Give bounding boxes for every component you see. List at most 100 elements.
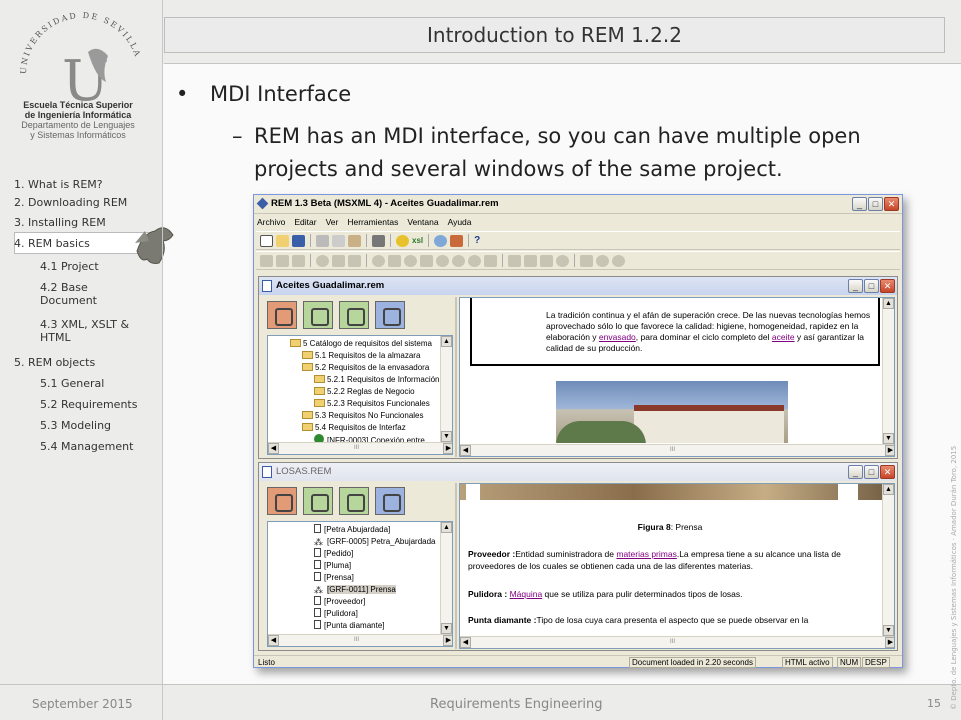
tree-item[interactable]: [Prensa] <box>314 572 354 583</box>
link-aceite[interactable]: aceite <box>772 332 795 342</box>
minimize-button[interactable]: _ <box>852 197 867 211</box>
nav-item-management[interactable]: 5.4 Management <box>40 440 160 453</box>
minimize-button[interactable]: _ <box>848 279 863 293</box>
scroll-right-arrow[interactable]: ▶ <box>885 637 894 648</box>
nav-item-requirements[interactable]: 5.2 Requirements <box>40 398 160 411</box>
print-icon[interactable] <box>372 234 385 247</box>
link-materias-primas[interactable]: materias primas <box>616 549 676 559</box>
toolbar-item-icon[interactable] <box>404 254 417 267</box>
scroll-down-arrow[interactable]: ▼ <box>883 433 894 444</box>
html-view-icon[interactable] <box>396 234 409 247</box>
scroll-left-arrow[interactable]: ◀ <box>460 637 471 648</box>
nav-item-xml-xslt-html[interactable]: 4.3 XML, XSLT & HTML <box>40 318 158 344</box>
maximize-button[interactable]: □ <box>864 279 879 293</box>
tree-hscroll[interactable]: ◀ III ▶ <box>268 442 452 454</box>
toolbar-item-icon[interactable] <box>420 254 433 267</box>
tab-documents-icon[interactable] <box>339 487 369 515</box>
scroll-up-arrow[interactable]: ▲ <box>441 336 452 347</box>
close-button[interactable]: ✕ <box>880 465 895 479</box>
tree-item[interactable]: 5.1 Requisitos de la almazara <box>302 350 420 361</box>
scroll-down-arrow[interactable]: ▼ <box>883 625 894 636</box>
tree-item[interactable]: [Pulidora] <box>314 608 358 619</box>
tab-stakeholders-icon[interactable] <box>267 301 297 329</box>
tree-item[interactable]: 5.2 Requisitos de la envasadora <box>302 362 429 373</box>
scroll-up-arrow[interactable]: ▲ <box>441 522 452 533</box>
menu-ver[interactable]: Ver <box>326 215 339 229</box>
toolbar-item-icon[interactable] <box>292 254 305 267</box>
nav-item-rem-objects[interactable]: 5. REM objects <box>14 356 164 369</box>
tree-vscroll[interactable]: ▲ ▼ <box>440 522 452 634</box>
tree-item[interactable]: 5.2.2 Reglas de Negocio <box>314 386 415 397</box>
tree-item[interactable]: [Pedido] <box>314 548 353 559</box>
toolbar-item-icon[interactable] <box>540 254 553 267</box>
menu-editar[interactable]: Editar <box>294 215 316 229</box>
tab-diagrams-icon[interactable] <box>303 487 333 515</box>
html-hscroll[interactable]: ◀ III ▶ <box>460 636 894 648</box>
close-button[interactable]: ✕ <box>880 279 895 293</box>
open-icon[interactable] <box>276 234 289 247</box>
tools-icon[interactable] <box>450 234 464 247</box>
close-button[interactable]: ✕ <box>884 197 899 211</box>
child-titlebar[interactable]: LOSAS.REM _ □ ✕ <box>259 463 897 481</box>
tree-item[interactable]: 5.2.3 Requisitos Funcionales <box>314 398 430 409</box>
tab-stakeholders-icon[interactable] <box>267 487 297 515</box>
tree-item[interactable]: 5 Catálogo de requisitos del sistema <box>290 338 432 349</box>
scroll-right-arrow[interactable]: ▶ <box>443 443 452 454</box>
help-icon[interactable]: ? <box>474 235 480 246</box>
toolbar-item-icon[interactable] <box>436 254 449 267</box>
tree-item[interactable]: [Pluma] <box>314 560 351 571</box>
nav-item-downloading-rem[interactable]: 2. Downloading REM <box>14 196 164 209</box>
minimize-button[interactable]: _ <box>848 465 863 479</box>
toolbar-item-icon[interactable] <box>596 254 609 267</box>
tab-diagrams-icon[interactable] <box>303 301 333 329</box>
toolbar-item-icon[interactable] <box>556 254 569 267</box>
toolbar-item-icon[interactable] <box>468 254 481 267</box>
tree-item[interactable]: 5.3 Requisitos No Funcionales <box>302 410 424 421</box>
scroll-left-arrow[interactable]: ◀ <box>268 635 279 646</box>
toolbar-item-icon[interactable] <box>348 254 361 267</box>
tree-item[interactable]: 5.4 Requisitos de Interfaz <box>302 422 406 433</box>
tab-documents-icon[interactable] <box>339 301 369 329</box>
toolbar-item-icon[interactable] <box>508 254 521 267</box>
tree-item-selected[interactable]: ⁂ [GRF-0011] Prensa <box>314 584 396 595</box>
copy-icon[interactable] <box>332 234 345 247</box>
app-titlebar[interactable]: REM 1.3 Beta (MSXML 4) - Aceites Guadali… <box>254 195 902 214</box>
search-icon[interactable] <box>434 234 448 247</box>
maximize-button[interactable]: □ <box>864 465 879 479</box>
tree-item[interactable]: [Proveedor] <box>314 596 365 607</box>
menu-ventana[interactable]: Ventana <box>407 215 438 229</box>
scroll-left-arrow[interactable]: ◀ <box>268 443 279 454</box>
tab-traceability-icon[interactable] <box>375 301 405 329</box>
nav-item-what-is-rem[interactable]: 1. What is REM? <box>14 178 164 191</box>
tree-hscroll[interactable]: ◀ III ▶ <box>268 634 452 646</box>
toolbar-item-icon[interactable] <box>276 254 289 267</box>
tree-item[interactable]: 5.2.1 Requisitos de Información <box>314 374 440 385</box>
scroll-left-arrow[interactable]: ◀ <box>460 445 471 456</box>
save-icon[interactable] <box>292 234 305 247</box>
toolbar-item-icon[interactable] <box>612 254 625 267</box>
toolbar-item-icon[interactable] <box>332 254 345 267</box>
menu-archivo[interactable]: Archivo <box>257 215 285 229</box>
scroll-up-arrow[interactable]: ▲ <box>883 484 894 495</box>
menu-ayuda[interactable]: Ayuda <box>448 215 472 229</box>
child-titlebar[interactable]: Aceites Guadalimar.rem _ □ ✕ <box>259 277 897 295</box>
toolbar-item-icon[interactable] <box>316 254 329 267</box>
tree-item[interactable]: ⁂ [GRF-0005] Petra_Abujardada <box>314 536 436 547</box>
tree-item[interactable]: [Punta diamante] <box>314 620 384 631</box>
new-icon[interactable] <box>260 234 273 247</box>
scroll-right-arrow[interactable]: ▶ <box>885 445 894 456</box>
scroll-down-arrow[interactable]: ▼ <box>441 431 452 442</box>
link-maquina[interactable]: Máquina <box>510 589 543 599</box>
xsl-icon[interactable]: xsl <box>412 236 423 245</box>
toolbar-item-icon[interactable] <box>260 254 273 267</box>
maximize-button[interactable]: □ <box>868 197 883 211</box>
toolbar-item-icon[interactable] <box>580 254 593 267</box>
html-vscroll[interactable]: ▲ ▼ <box>882 484 894 636</box>
menu-herramientas[interactable]: Herramientas <box>347 215 398 229</box>
nav-item-general[interactable]: 5.1 General <box>40 377 160 390</box>
nav-item-modeling[interactable]: 5.3 Modeling <box>40 419 160 432</box>
cut-icon[interactable] <box>316 234 329 247</box>
toolbar-item-icon[interactable] <box>452 254 465 267</box>
paste-icon[interactable] <box>348 234 361 247</box>
toolbar-item-icon[interactable] <box>484 254 497 267</box>
